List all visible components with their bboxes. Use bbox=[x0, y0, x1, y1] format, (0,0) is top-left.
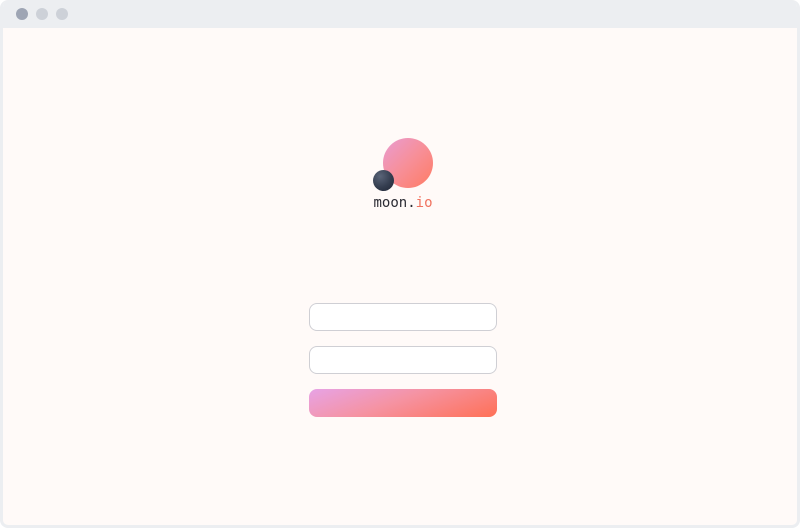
brand-name: moon.io bbox=[303, 194, 503, 212]
browser-window: moon.io bbox=[0, 0, 800, 528]
moon-icon bbox=[373, 170, 394, 191]
window-maximize-button[interactable] bbox=[56, 8, 68, 20]
brand-logo bbox=[368, 136, 438, 192]
username-input[interactable] bbox=[309, 303, 497, 331]
window-minimize-button[interactable] bbox=[36, 8, 48, 20]
brand-name-suffix: io bbox=[415, 195, 433, 211]
password-input[interactable] bbox=[309, 346, 497, 374]
window-titlebar bbox=[3, 0, 797, 28]
window-close-button[interactable] bbox=[16, 8, 28, 20]
login-submit-button[interactable] bbox=[309, 389, 497, 417]
brand-name-prefix: moon. bbox=[373, 195, 416, 211]
